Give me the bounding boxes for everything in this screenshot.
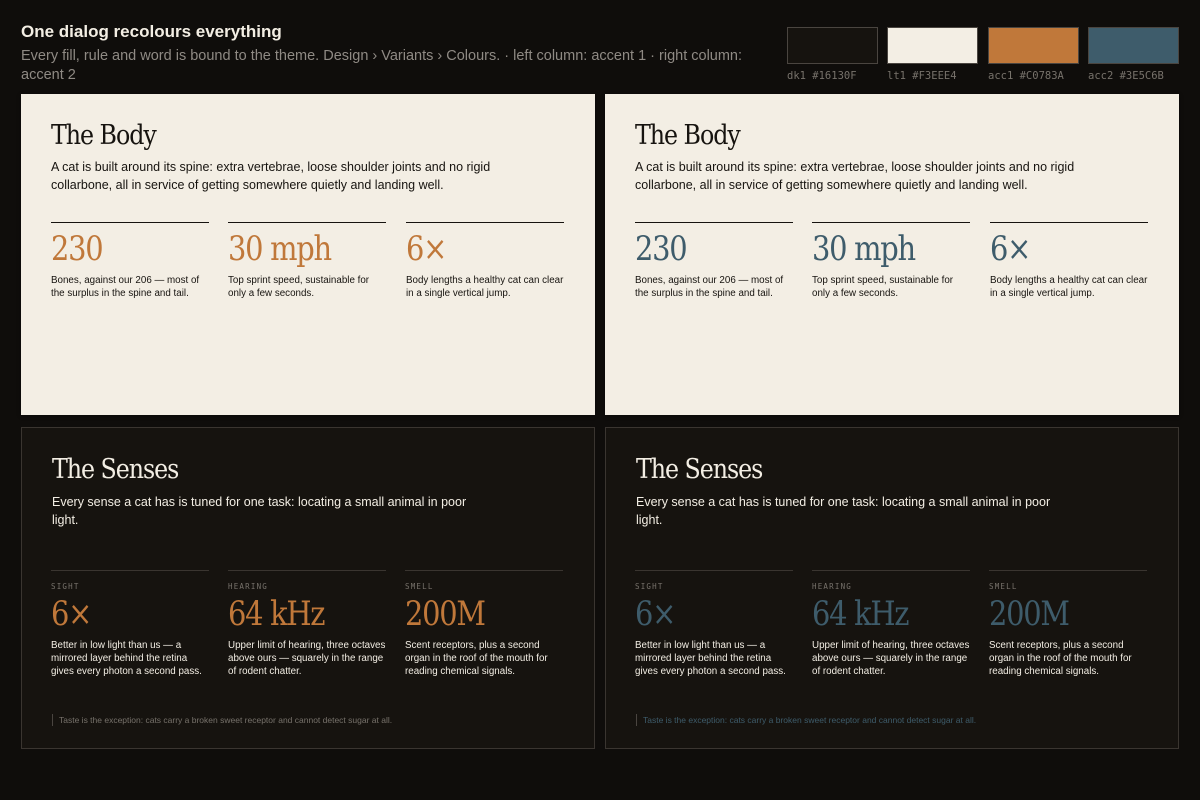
stat-value: 64 kHz [812, 594, 910, 634]
body-slide-accent1[interactable]: The Body A cat is built around its spine… [21, 94, 595, 415]
stat-kicker: HEARING [812, 582, 853, 591]
stat-desc: Upper limit of hearing, three octaves ab… [228, 640, 386, 677]
stat-value: 230 [51, 229, 104, 269]
stat-rule [228, 570, 386, 571]
stat-rule [51, 570, 209, 571]
stat-desc: Better in low light than us — a mirrored… [51, 640, 202, 677]
stat-kicker: HEARING [228, 582, 269, 591]
slide-intro: Every sense a cat has is tuned for one t… [636, 495, 1051, 527]
stat-desc: Scent receptors, plus a second organ in … [405, 640, 548, 677]
stat-sight: SIGHT 6× Better in low light than us — a… [51, 570, 209, 678]
stat-jump: 6× Body lengths a healthy cat can clear … [990, 222, 1148, 300]
page-subtitle: Every fill, rule and word is bound to th… [21, 48, 743, 83]
stat-value: 200M [989, 594, 1070, 634]
slide-title: The Body [635, 120, 741, 151]
stat-value: 6× [990, 229, 1031, 269]
swatch-label-acc2: acc2 #3E5C6B [1088, 70, 1164, 82]
stat-bones: 230 Bones, against our 206 — most of the… [51, 222, 209, 300]
stat-rule [51, 222, 209, 223]
stat-hearing: HEARING 64 kHz Upper limit of hearing, t… [812, 570, 970, 678]
stat-rule [405, 570, 563, 571]
page-title: One dialog recolours everything [21, 22, 282, 41]
swatch-lt1[interactable] [887, 27, 978, 64]
swatch-label-dk1: dk1 #16130F [787, 70, 857, 82]
swatch-acc2[interactable] [1088, 27, 1179, 64]
stat-hearing: HEARING 64 kHz Upper limit of hearing, t… [228, 570, 386, 678]
stat-rule [635, 222, 793, 223]
stat-bones: 230 Bones, against our 206 — most of the… [635, 222, 793, 300]
slide-intro: A cat is built around its spine: extra v… [635, 160, 1075, 192]
stat-sight: SIGHT 6× Better in low light than us — a… [635, 570, 793, 678]
stat-value: 64 kHz [228, 594, 326, 634]
swatch-acc1[interactable] [988, 27, 1079, 64]
stat-desc: Body lengths a healthy cat can clear in … [990, 275, 1148, 299]
stat-speed: 30 mph Top sprint speed, sustainable for… [812, 222, 970, 300]
stat-value: 6× [635, 594, 676, 634]
stat-rule [812, 570, 970, 571]
stat-desc: Better in low light than us — a mirrored… [635, 640, 786, 677]
stat-value: 30 mph [812, 229, 916, 269]
stat-speed: 30 mph Top sprint speed, sustainable for… [228, 222, 386, 300]
swatch-label-acc1: acc1 #C0783A [988, 70, 1064, 82]
stat-kicker: SIGHT [51, 582, 80, 591]
stat-smell: SMELL 200M Scent receptors, plus a secon… [989, 570, 1147, 678]
slide-title: The Body [51, 120, 157, 151]
stat-desc: Bones, against our 206 — most of the sur… [51, 275, 200, 299]
stat-rule [989, 570, 1147, 571]
stat-value: 6× [406, 229, 447, 269]
stat-rule [406, 222, 564, 223]
slide-title: The Senses [636, 454, 763, 485]
footnote: Taste is the exception: cats carry a bro… [52, 714, 392, 726]
swatch-label-lt1: lt1 #F3EEE4 [887, 70, 957, 82]
stat-desc: Top sprint speed, sustainable for only a… [812, 275, 954, 299]
stat-desc: Scent receptors, plus a second organ in … [989, 640, 1132, 677]
stat-jump: 6× Body lengths a healthy cat can clear … [406, 222, 564, 300]
stat-desc: Top sprint speed, sustainable for only a… [228, 275, 370, 299]
stat-value: 200M [405, 594, 486, 634]
stat-desc: Bones, against our 206 — most of the sur… [635, 275, 784, 299]
stat-rule [635, 570, 793, 571]
stat-value: 230 [635, 229, 688, 269]
stat-value: 30 mph [228, 229, 332, 269]
stat-rule [990, 222, 1148, 223]
stat-value: 6× [51, 594, 92, 634]
stat-kicker: SIGHT [635, 582, 664, 591]
stat-smell: SMELL 200M Scent receptors, plus a secon… [405, 570, 563, 678]
senses-slide-accent2[interactable]: The Senses Every sense a cat has is tune… [605, 427, 1179, 749]
footnote: Taste is the exception: cats carry a bro… [636, 714, 976, 726]
stat-desc: Upper limit of hearing, three octaves ab… [812, 640, 970, 677]
stat-rule [228, 222, 386, 223]
stat-rule [812, 222, 970, 223]
stat-kicker: SMELL [989, 582, 1018, 591]
stat-desc: Body lengths a healthy cat can clear in … [406, 275, 564, 299]
swatch-dk1[interactable] [787, 27, 878, 64]
body-slide-accent2[interactable]: The Body A cat is built around its spine… [605, 94, 1179, 415]
slide-intro: Every sense a cat has is tuned for one t… [52, 495, 467, 527]
slide-intro: A cat is built around its spine: extra v… [51, 160, 491, 192]
stat-kicker: SMELL [405, 582, 434, 591]
senses-slide-accent1[interactable]: The Senses Every sense a cat has is tune… [21, 427, 595, 749]
slide-title: The Senses [52, 454, 179, 485]
